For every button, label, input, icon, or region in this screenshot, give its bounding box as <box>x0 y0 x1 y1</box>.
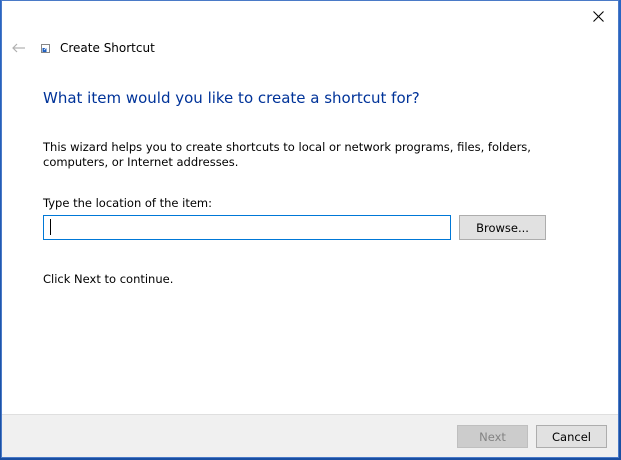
main-instruction: What item would you like to create a sho… <box>43 89 420 107</box>
browse-button[interactable]: Browse... <box>459 215 546 240</box>
location-label: Type the location of the item: <box>43 196 213 210</box>
continue-instruction: Click Next to continue. <box>43 272 174 286</box>
location-input[interactable] <box>43 215 451 240</box>
wizard-description: This wizard helps you to create shortcut… <box>43 140 531 169</box>
cancel-button[interactable]: Cancel <box>536 425 607 448</box>
close-icon <box>592 10 604 22</box>
back-button[interactable] <box>10 39 28 57</box>
create-shortcut-wizard-window: Create Shortcut What item would you like… <box>1 0 619 458</box>
next-button[interactable]: Next <box>457 425 528 448</box>
back-arrow-icon <box>12 43 25 53</box>
shortcut-icon <box>40 43 50 53</box>
wizard-title: Create Shortcut <box>60 41 155 55</box>
close-button[interactable] <box>586 5 610 27</box>
wizard-footer: Next Cancel <box>2 414 618 457</box>
text-caret <box>50 219 51 235</box>
wizard-header: Create Shortcut <box>10 37 155 59</box>
